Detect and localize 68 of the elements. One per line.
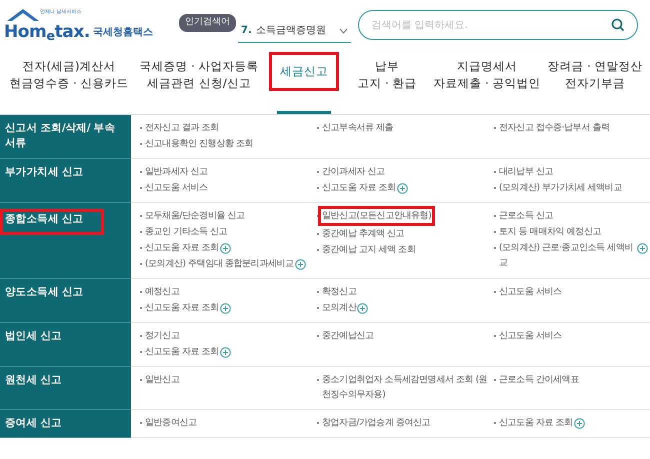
popular-keyword: 소득금액증명원 xyxy=(256,24,327,38)
category-label[interactable]: 부가가치세 신고 xyxy=(5,165,125,180)
logo-wordmark: Hom$_{e}$tax. xyxy=(4,24,90,41)
menu-link[interactable]: 모의계산 xyxy=(322,301,356,316)
nav-tab[interactable]: 국세증명 · 사업자등록 세금관련 신청/신고 xyxy=(140,56,258,94)
menu-link[interactable]: 신고도움 자료 조회 xyxy=(499,416,573,431)
menu-link[interactable]: 일반신고(모든신고안내유형) xyxy=(318,206,436,226)
menu-link[interactable]: 일반과세자 신고 xyxy=(145,165,208,180)
popular-search-badge: 인기검색어 xyxy=(179,14,236,32)
menu-link[interactable]: 토지 등 매매차익 예정신고 xyxy=(499,225,601,240)
search-icon[interactable] xyxy=(611,18,625,32)
menu-link[interactable]: 간이과세자 신고 xyxy=(322,165,385,180)
menu-link[interactable]: 전자신고 결과 조회 xyxy=(145,121,219,136)
category-label[interactable]: 법인세 신고 xyxy=(5,329,125,344)
plus-circle-icon[interactable] xyxy=(220,243,231,254)
plus-circle-icon[interactable] xyxy=(357,303,368,314)
search-input[interactable]: 검색어를 입력하세요. xyxy=(371,18,611,32)
menu-link[interactable]: 일반증여신고 xyxy=(145,416,197,431)
category-label[interactable]: 종합소득세 신고 xyxy=(0,209,104,235)
search-field[interactable]: 검색어를 입력하세요. xyxy=(358,10,638,40)
plus-circle-icon[interactable] xyxy=(294,259,306,270)
menu-link[interactable]: 신고도움 서비스 xyxy=(499,285,562,300)
menu-link[interactable]: 신고도움 자료 조회 xyxy=(322,181,396,196)
popular-keyword-dropdown[interactable]: 7. 소득금액증명원 xyxy=(238,19,352,43)
menu-link[interactable]: 근로소득 간이세액표 xyxy=(499,373,579,388)
category-label[interactable]: 증여세 신고 xyxy=(5,416,125,431)
nav-tab[interactable]: 지급명세서 자료제출 · 공익법인 xyxy=(434,56,540,94)
menu-link[interactable]: 중간예납신고 xyxy=(322,329,374,344)
nav-tab[interactable]: 장려금 · 연말정산 전자기부금 xyxy=(548,56,642,94)
menu-link[interactable]: (모의계산) 근로·종교인소득 세액비교 xyxy=(499,241,636,271)
plus-circle-icon[interactable] xyxy=(396,183,408,194)
menu-link[interactable]: 예정신고 xyxy=(145,285,180,300)
menu-link[interactable]: 신고도움 서비스 xyxy=(145,181,208,196)
plus-circle-icon[interactable] xyxy=(220,303,231,314)
menu-link[interactable]: 확정신고 xyxy=(322,285,356,300)
menu-link[interactable]: 전자신고 접수증·납부서 출력 xyxy=(499,121,610,136)
menu-link[interactable]: 모두채움/단순경비율 신고 xyxy=(145,209,245,224)
nav-tab[interactable]: 전자(세금)계산서 현금영수증 · 신용카드 xyxy=(10,56,128,94)
logo-name: 국세청홈택스 xyxy=(92,26,153,40)
menu-link[interactable]: 일반신고 xyxy=(145,373,180,388)
active-tab-underline xyxy=(277,111,331,114)
chevron-down-icon xyxy=(339,28,348,34)
menu-link[interactable]: 정기신고 xyxy=(145,329,180,344)
plus-circle-icon[interactable] xyxy=(220,347,231,358)
menu-link[interactable]: 신고도움 자료 조회 xyxy=(145,241,219,256)
menu-link[interactable]: 신고도움 자료 조회 xyxy=(145,345,219,360)
category-label[interactable]: 양도소득세 신고 xyxy=(5,285,125,300)
menu-link[interactable]: 신고도움 서비스 xyxy=(499,329,562,344)
category-label[interactable]: 신고서 조회/삭제/ 부속서류 xyxy=(5,121,125,151)
plus-circle-icon[interactable] xyxy=(637,243,648,254)
menu-link[interactable]: 창업자금/가업승계 증여신고 xyxy=(322,416,430,431)
menu-link[interactable]: 신고내용확인 진행상황 조회 xyxy=(145,137,254,152)
plus-circle-icon[interactable] xyxy=(574,418,585,429)
menu-link[interactable]: 신고도움 자료 조회 xyxy=(145,301,219,316)
menu-link[interactable]: 대리납부 신고 xyxy=(499,165,554,180)
category-label[interactable]: 원천세 신고 xyxy=(5,373,125,388)
menu-link[interactable]: 종교인 기타소득 신고 xyxy=(145,225,228,240)
nav-tab[interactable]: 납부 고지 · 환급 xyxy=(358,56,416,94)
keyword-rank: 7. xyxy=(241,24,252,38)
menu-link[interactable]: 중소기업취업자 소득세감면명세서 조회 (원천징수의무자용) xyxy=(322,373,490,403)
menu-link[interactable]: (모의계산) 부가가치세 세액비교 xyxy=(499,181,622,196)
menu-link[interactable]: 중간예납 고지 세액 조회 xyxy=(322,243,416,258)
menu-link[interactable]: 신고부속서류 제출 xyxy=(322,121,394,136)
menu-link[interactable]: 중간예납 추계액 신고 xyxy=(322,227,404,242)
menu-link[interactable]: 근로소득 신고 xyxy=(499,209,554,224)
menu-link[interactable]: (모의계산) 주택임대 종합분리과세비교 xyxy=(145,257,294,272)
nav-tab[interactable]: 세금신고 xyxy=(269,52,339,91)
house-roof-icon xyxy=(6,8,40,22)
